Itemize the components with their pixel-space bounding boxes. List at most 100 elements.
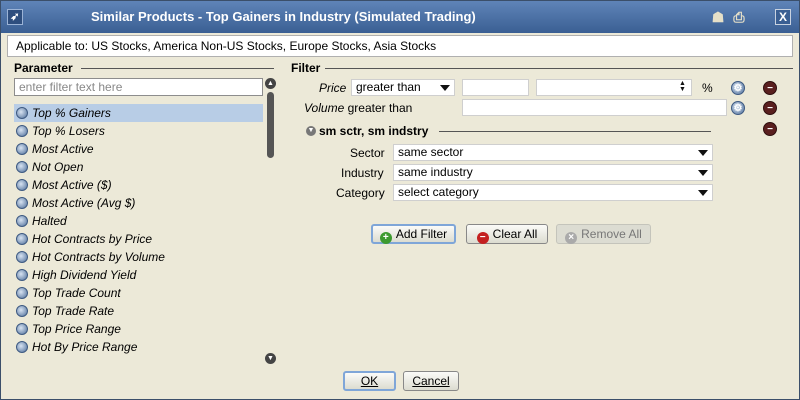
price-value-stepper[interactable]: ▲ ▼	[536, 79, 692, 96]
clear-all-button[interactable]: − Clear All	[466, 224, 548, 244]
filter-heading: Filter	[291, 61, 321, 75]
volume-remove-icon[interactable]: −	[763, 101, 777, 115]
add-filter-button[interactable]: + Add Filter	[371, 224, 456, 244]
pin-icon[interactable]: ☗	[709, 8, 727, 26]
volume-value-input[interactable]	[462, 99, 727, 116]
filter-divider	[325, 68, 793, 69]
ok-label: OK	[360, 374, 379, 388]
scanner-icon	[16, 251, 28, 263]
chevron-down-icon	[698, 150, 708, 156]
group-collapse-icon[interactable]: ▼	[306, 126, 316, 136]
cancel-button[interactable]: Cancel	[403, 371, 459, 391]
scroll-up-icon[interactable]: ▲	[265, 78, 276, 89]
ok-button[interactable]: OK	[343, 371, 396, 391]
parameter-list: Top % Gainers Top % Losers Most Active Not …	[14, 104, 263, 364]
category-value: select category	[398, 185, 479, 199]
price-settings-icon[interactable]: ⚙	[731, 81, 745, 95]
list-item-label: Most Active ($)	[32, 178, 112, 192]
price-label: Price	[319, 81, 347, 95]
list-item-label: Hot By Price Range	[32, 340, 138, 354]
group-divider	[439, 131, 711, 132]
x-icon: ×	[565, 232, 578, 244]
list-item-label: Halted	[32, 214, 67, 228]
list-item-label: Top Trade Count	[32, 286, 121, 300]
list-item[interactable]: Hot By Price Range	[14, 338, 263, 356]
list-item[interactable]: Top % Losers	[14, 122, 263, 140]
list-item-label: Hot Contracts by Volume	[32, 250, 165, 264]
list-item[interactable]: Top Trade Count	[14, 284, 263, 302]
list-item[interactable]: Top Price Range	[14, 320, 263, 338]
volume-row-label: Volume greater than	[304, 101, 412, 115]
industry-label: Industry	[341, 166, 384, 180]
scanner-icon	[16, 107, 28, 119]
list-item-label: Top % Losers	[32, 124, 105, 138]
parameter-heading: Parameter	[14, 61, 73, 75]
list-item-label: Top Trade Rate	[32, 304, 115, 318]
price-value-input[interactable]	[462, 79, 529, 96]
app-logo-icon: ➶	[7, 9, 23, 25]
list-item[interactable]: Top Trade Rate	[14, 302, 263, 320]
group-title: sm sctr, sm indstry	[319, 124, 429, 138]
cancel-label: Cancel	[412, 374, 450, 388]
title-bar[interactable]: ➶ Similar Products - Top Gainers in Indu…	[1, 1, 799, 33]
parameter-filter-input[interactable]	[14, 78, 263, 96]
price-operator-value: greater than	[356, 80, 421, 94]
list-item-label: Most Active	[32, 142, 94, 156]
scanner-icon	[16, 305, 28, 317]
print-icon[interactable]: ⎙	[730, 8, 748, 26]
parameter-scrollbar[interactable]: ▲ ▼	[265, 78, 276, 364]
category-select[interactable]: select category	[393, 184, 713, 201]
volume-settings-icon[interactable]: ⚙	[731, 101, 745, 115]
list-item-label: High Dividend Yield	[32, 268, 137, 282]
scroll-down-icon[interactable]: ▼	[265, 353, 276, 364]
scroll-thumb[interactable]	[267, 92, 274, 158]
scanner-icon	[16, 215, 28, 227]
list-item[interactable]: Hot Contracts by Price	[14, 230, 263, 248]
industry-select[interactable]: same industry	[393, 164, 713, 181]
scanner-icon	[16, 179, 28, 191]
sector-select[interactable]: same sector	[393, 144, 713, 161]
chevron-down-icon	[698, 190, 708, 196]
list-item[interactable]: Most Active (Avg $)	[14, 194, 263, 212]
list-item-label: Most Active (Avg $)	[32, 196, 136, 210]
close-button[interactable]: X	[775, 9, 791, 25]
minus-icon: −	[476, 232, 489, 244]
volume-operator: greater than	[347, 101, 413, 115]
scanner-icon	[16, 197, 28, 209]
group-remove-icon[interactable]: −	[763, 122, 777, 136]
clear-all-label: Clear All	[492, 227, 538, 241]
spinner-icon[interactable]: ▲ ▼	[679, 80, 687, 94]
sector-label: Sector	[350, 146, 385, 160]
list-item-label: Hot Contracts by Price	[32, 232, 153, 246]
scanner-icon	[16, 161, 28, 173]
parameter-divider	[81, 68, 274, 69]
list-item[interactable]: Top % Gainers	[14, 104, 263, 122]
remove-all-button[interactable]: × Remove All	[556, 224, 651, 244]
list-item[interactable]: Halted	[14, 212, 263, 230]
scanner-icon	[16, 269, 28, 281]
add-filter-label: Add Filter	[395, 227, 448, 241]
remove-all-label: Remove All	[581, 227, 642, 241]
scanner-icon	[16, 233, 28, 245]
plus-icon: +	[379, 232, 392, 244]
scanner-icon	[16, 341, 28, 353]
list-item[interactable]: Not Open	[14, 158, 263, 176]
list-item-label: Top Price Range	[32, 322, 121, 336]
scanner-icon	[16, 125, 28, 137]
scanner-icon	[16, 287, 28, 299]
scanner-icon	[16, 143, 28, 155]
list-item[interactable]: Most Active	[14, 140, 263, 158]
list-item-label: Not Open	[32, 160, 84, 174]
sector-value: same sector	[398, 145, 464, 159]
scanner-icon	[16, 323, 28, 335]
list-item-label: Top % Gainers	[32, 106, 111, 120]
list-item[interactable]: Hot Contracts by Volume	[14, 248, 263, 266]
dialog-window: ➶ Similar Products - Top Gainers in Indu…	[0, 0, 800, 400]
applicable-to-banner: Applicable to: US Stocks, America Non-US…	[7, 35, 793, 57]
industry-value: same industry	[398, 165, 473, 179]
price-remove-icon[interactable]: −	[763, 81, 777, 95]
list-item[interactable]: Most Active ($)	[14, 176, 263, 194]
list-item[interactable]: High Dividend Yield	[14, 266, 263, 284]
price-operator-select[interactable]: greater than	[351, 79, 455, 96]
price-unit: %	[702, 81, 713, 95]
